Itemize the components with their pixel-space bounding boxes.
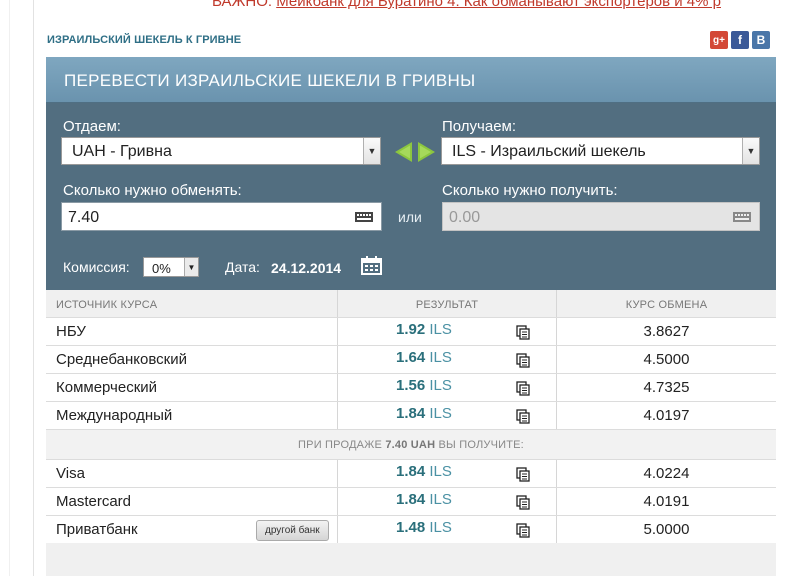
rates-table: ИСТОЧНИК КУРСА РЕЗУЛЬТАТ КУРС ОБМЕНА НБУ… <box>46 290 776 544</box>
commission-label: Комиссия: <box>63 259 130 275</box>
result-value: 1.84 <box>396 491 426 508</box>
row-source: Международный <box>46 402 338 429</box>
row-rate: 4.7325 <box>643 379 690 396</box>
page-gutter-line <box>9 0 10 576</box>
sell-note-row: ПРИ ПРОДАЖЕ 7.40 UAH ВЫ ПОЛУЧИТЕ: <box>46 430 776 460</box>
converter-panel: ПЕРЕВЕСТИ ИЗРАИЛЬСКИЕ ШЕКЕЛИ В ГРИВНЫ От… <box>46 57 776 290</box>
give-currency-value: UAH - Гривна <box>72 143 172 160</box>
facebook-icon[interactable]: f <box>731 31 749 49</box>
header-source: ИСТОЧНИК КУРСА <box>46 290 338 317</box>
copy-icon[interactable] <box>516 409 530 424</box>
copy-icon[interactable] <box>516 325 530 340</box>
table-row: Visa 1.84 ILS 4.0224 <box>46 460 776 488</box>
row-rate: 5.0000 <box>643 521 690 538</box>
amount-label: Сколько нужно обменять: <box>63 182 242 199</box>
news-text[interactable]: Мейкбанк для Буратино 4: Как обманывают … <box>276 0 721 10</box>
google-plus-icon[interactable]: g+ <box>710 31 728 49</box>
news-prefix: ВАЖНО: <box>212 0 273 10</box>
row-rate: 4.0197 <box>643 407 690 424</box>
amount-value: 7.40 <box>68 209 100 226</box>
result-value: 1.64 <box>396 349 426 366</box>
copy-icon[interactable] <box>516 353 530 368</box>
row-result: 1.84 ILS <box>338 402 557 429</box>
result-currency: ILS <box>429 491 452 508</box>
result-value: 1.84 <box>396 405 426 422</box>
or-label: или <box>398 209 422 225</box>
row-source: Среднебанковский <box>46 346 338 373</box>
receive-label: Сколько нужно получить: <box>442 182 618 199</box>
row-source: НБУ <box>46 318 338 345</box>
copy-icon[interactable] <box>516 523 530 538</box>
keyboard-icon[interactable] <box>355 212 373 222</box>
table-row: Mastercard 1.84 ILS 4.0191 <box>46 488 776 516</box>
row-source-cell: Приватбанк другой банк <box>46 516 338 543</box>
sell-note-suffix: ВЫ ПОЛУЧИТЕ: <box>438 439 524 451</box>
get-currency-select[interactable]: ILS - Израильский шекель ▼ <box>441 137 760 165</box>
keyboard-icon[interactable] <box>733 212 751 222</box>
table-row: Среднебанковский 1.64 ILS 4.5000 <box>46 346 776 374</box>
page-left-border <box>33 0 34 576</box>
row-rate: 4.0191 <box>643 493 690 510</box>
header-rate: КУРС ОБМЕНА <box>625 299 708 311</box>
chevron-down-icon[interactable]: ▼ <box>184 258 198 276</box>
result-currency: ILS <box>429 405 452 422</box>
chevron-down-icon[interactable]: ▼ <box>363 138 380 164</box>
get-currency-value: ILS - Израильский шекель <box>452 143 646 160</box>
result-currency: ILS <box>429 377 452 394</box>
row-source: Mastercard <box>46 488 338 515</box>
table-row: Коммерческий 1.56 ILS 4.7325 <box>46 374 776 402</box>
other-bank-button[interactable]: другой банк <box>256 520 329 541</box>
give-currency-select[interactable]: UAH - Гривна ▼ <box>61 137 381 165</box>
row-source: Коммерческий <box>46 374 338 401</box>
commission-select[interactable]: 0% ▼ <box>143 257 199 277</box>
table-footer <box>46 543 776 576</box>
page-title: ИЗРАИЛЬСКИЙ ШЕКЕЛЬ К ГРИВНЕ <box>47 34 242 46</box>
table-row: Приватбанк другой банк 1.48 ILS 5.0000 <box>46 516 776 544</box>
row-result: 1.84 ILS <box>338 460 557 487</box>
row-source: Visa <box>46 460 338 487</box>
row-rate: 4.0224 <box>643 465 690 482</box>
row-result: 1.92 ILS <box>338 318 557 345</box>
table-row: Международный 1.84 ILS 4.0197 <box>46 402 776 430</box>
copy-icon[interactable] <box>516 467 530 482</box>
vk-icon[interactable]: В <box>752 31 770 49</box>
row-rate: 3.8627 <box>643 323 690 340</box>
date-label: Дата: <box>225 259 260 275</box>
table-row: НБУ 1.92 ILS 3.8627 <box>46 318 776 346</box>
result-currency: ILS <box>429 321 452 338</box>
row-result: 1.56 ILS <box>338 374 557 401</box>
receive-input[interactable]: 0.00 <box>442 202 760 231</box>
result-currency: ILS <box>429 463 452 480</box>
row-result: 1.84 ILS <box>338 488 557 515</box>
result-value: 1.56 <box>396 377 426 394</box>
get-label: Получаем: <box>442 118 517 135</box>
table-header: ИСТОЧНИК КУРСА РЕЗУЛЬТАТ КУРС ОБМЕНА <box>46 290 776 318</box>
sell-note-prefix: ПРИ ПРОДАЖЕ <box>298 439 383 451</box>
result-value: 1.84 <box>396 463 426 480</box>
date-value[interactable]: 24.12.2014 <box>271 260 341 276</box>
chevron-down-icon[interactable]: ▼ <box>742 138 759 164</box>
share-buttons: g+ f В <box>710 31 770 49</box>
swap-arrows-icon[interactable] <box>393 141 437 163</box>
calendar-icon[interactable] <box>361 256 382 275</box>
copy-icon[interactable] <box>516 381 530 396</box>
news-ticker-link[interactable]: ВАЖНО: Мейкбанк для Буратино 4: Как обма… <box>212 0 721 10</box>
copy-icon[interactable] <box>516 495 530 510</box>
give-label: Отдаем: <box>63 118 121 135</box>
result-value: 1.48 <box>396 519 426 536</box>
header-result: РЕЗУЛЬТАТ <box>338 290 557 317</box>
result-value: 1.92 <box>396 321 426 338</box>
commission-value: 0% <box>152 261 171 276</box>
row-source: Приватбанк <box>56 521 138 538</box>
result-currency: ILS <box>429 349 452 366</box>
amount-input[interactable]: 7.40 <box>61 202 382 231</box>
converter-title: ПЕРЕВЕСТИ ИЗРАИЛЬСКИЕ ШЕКЕЛИ В ГРИВНЫ <box>64 71 476 90</box>
receive-placeholder: 0.00 <box>449 209 481 226</box>
row-result: 1.48 ILS <box>338 516 557 543</box>
row-rate: 4.5000 <box>643 351 690 368</box>
row-result: 1.64 ILS <box>338 346 557 373</box>
sell-note-amount: 7.40 UAH <box>385 439 436 451</box>
result-currency: ILS <box>429 519 452 536</box>
